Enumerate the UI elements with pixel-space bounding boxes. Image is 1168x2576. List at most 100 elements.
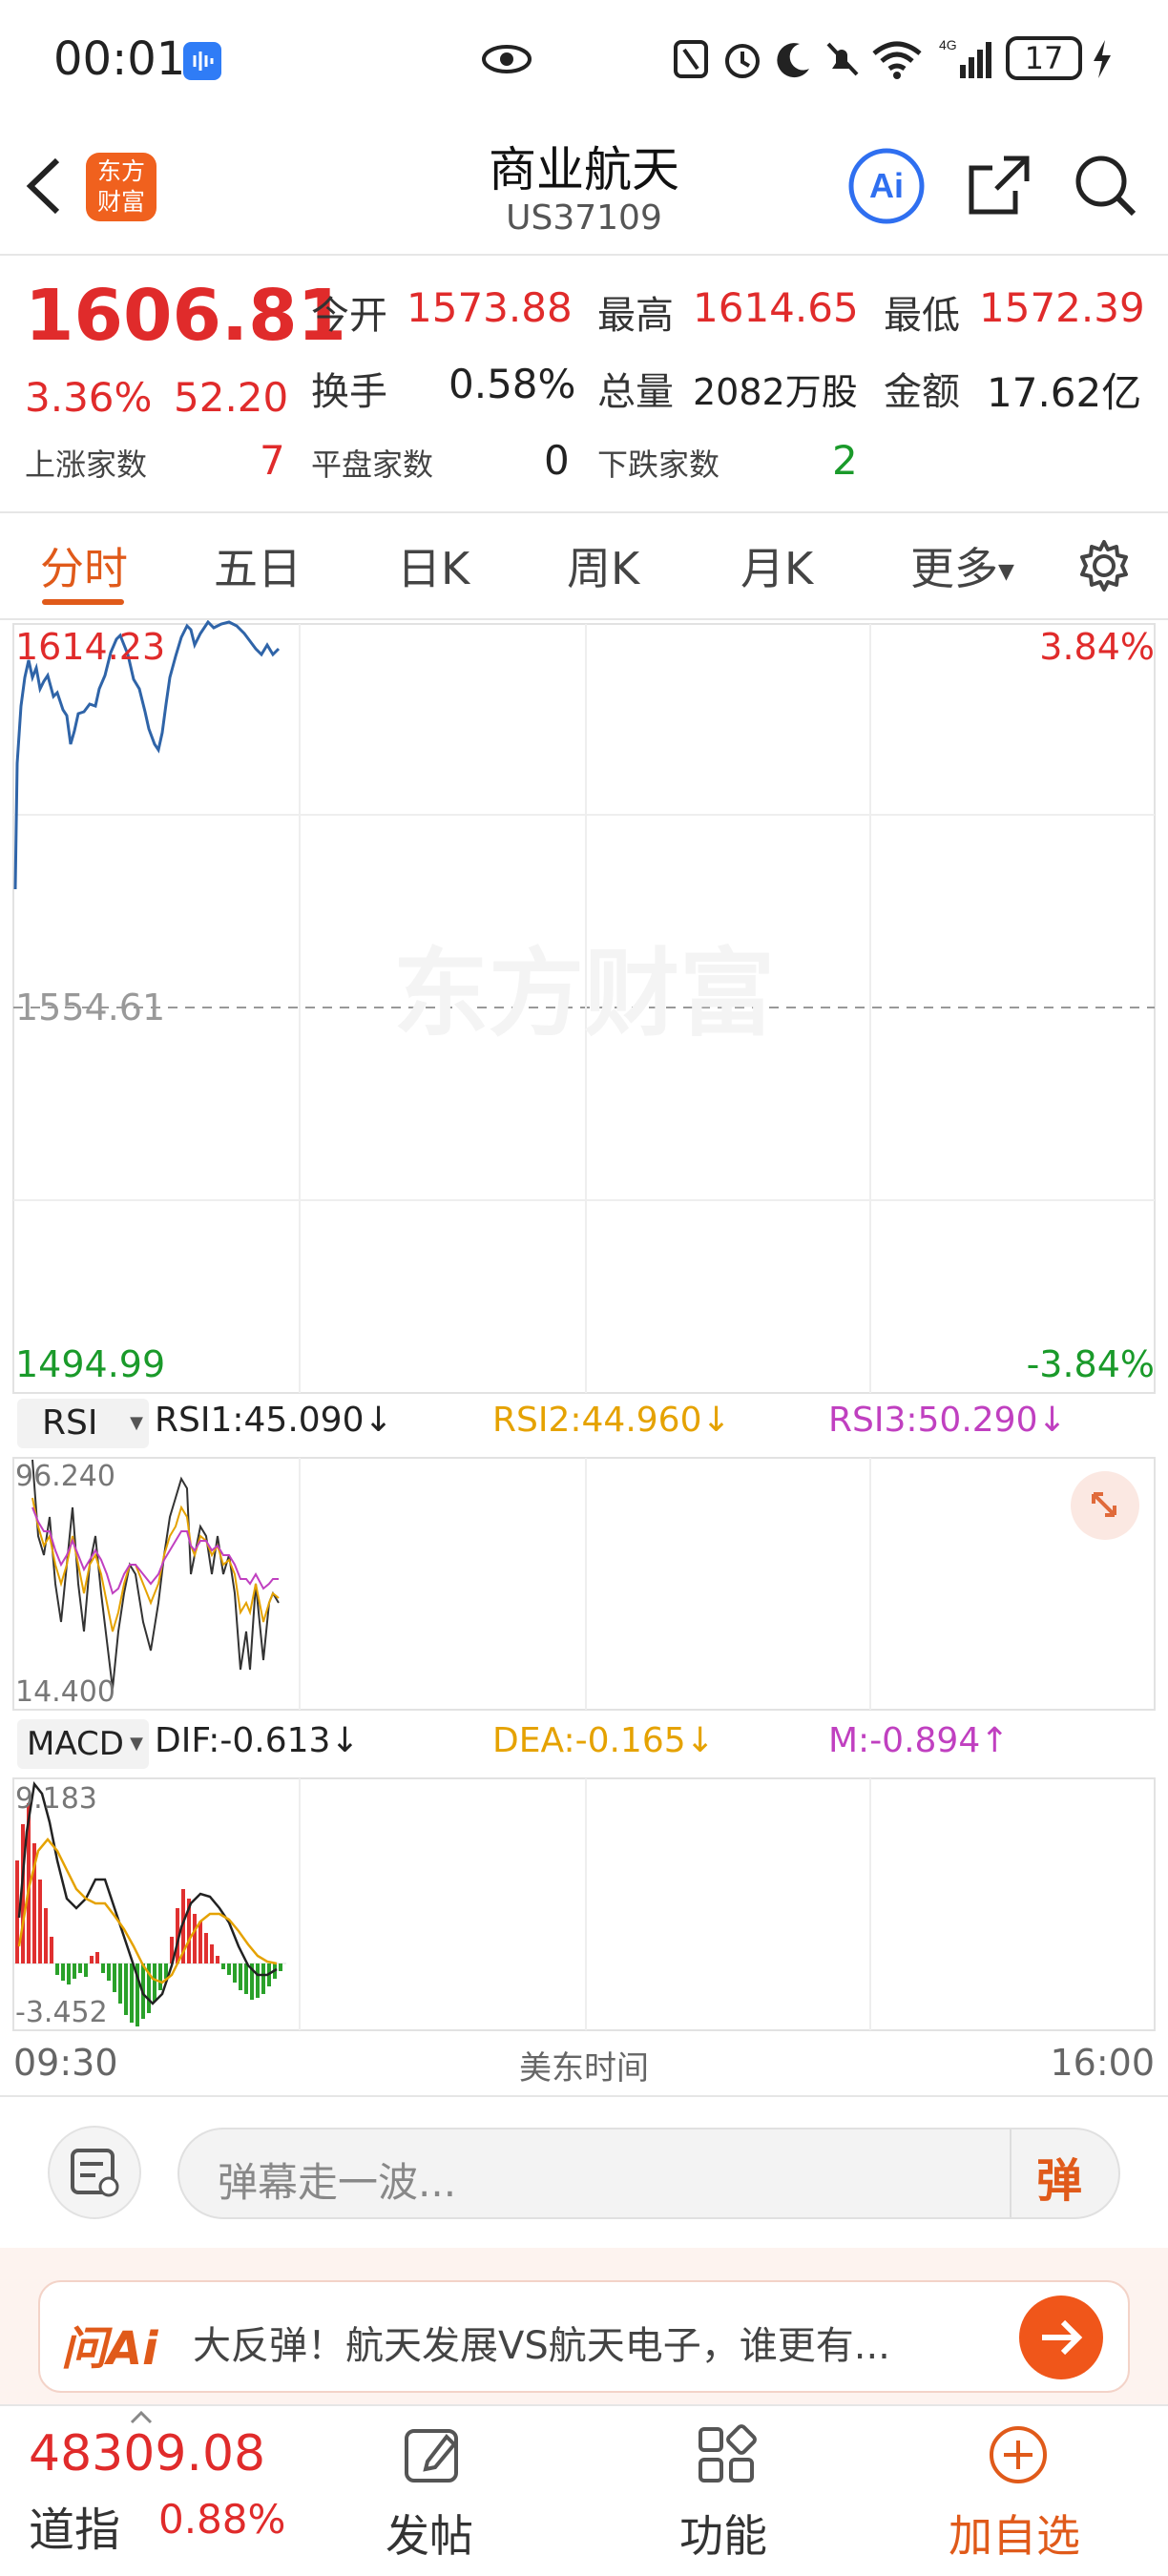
tab-monthly-k[interactable]: 月K: [740, 534, 813, 597]
low-value: 1572.39: [979, 284, 1145, 331]
arrow-right-icon[interactable]: [1019, 2296, 1103, 2379]
high-label: 最高: [597, 294, 674, 338]
battery-icon: 17: [1006, 36, 1082, 80]
nfc-icon: [672, 38, 710, 84]
rsi-indicator-select[interactable]: RSI ▼: [17, 1399, 149, 1448]
chart-top-price: 1614.23: [15, 626, 166, 668]
charging-icon: [1090, 38, 1115, 84]
down-count-value: 2: [832, 437, 858, 484]
change-percent: 3.36%: [25, 374, 153, 421]
post-icon[interactable]: [401, 2423, 464, 2490]
flat-count-value: 0: [544, 437, 570, 484]
chart-bottom-price: 1494.99: [15, 1343, 166, 1385]
open-value: 1573.88: [407, 284, 573, 331]
danmaku-input[interactable]: 弹幕走一波... 弹: [177, 2128, 1120, 2219]
danmaku-settings-button[interactable]: [48, 2126, 141, 2219]
high-value: 1614.65: [693, 284, 859, 331]
mute-icon: [823, 38, 861, 84]
wifi-icon: [870, 36, 924, 86]
index-percent: 0.88%: [158, 2496, 286, 2543]
volume-value: 2082万股: [693, 371, 858, 413]
macd-dif-value: DIF:-0.613↓: [155, 1721, 360, 1760]
tab-more[interactable]: 更多▼: [910, 534, 1014, 597]
macd-histogram: [15, 1803, 282, 2026]
index-value[interactable]: 48309.08: [29, 2425, 265, 2483]
volume-label: 总量: [597, 370, 674, 414]
change-amount: 52.20: [174, 374, 289, 421]
macd-select-label: MACD: [27, 1725, 124, 1763]
bottom-toolbar: 48309.08 道指 0.88% 发帖 功能 加自选: [0, 2404, 1168, 2576]
chart-bottom-divider: [0, 2095, 1168, 2097]
time-axis-label: 美东时间: [519, 2049, 649, 2088]
chart-top-pct: 3.84%: [1039, 626, 1155, 668]
tab-five-day[interactable]: 五日: [214, 534, 302, 597]
expand-icon[interactable]: [1071, 1471, 1139, 1540]
amount-label: 金额: [884, 370, 960, 414]
macd-top-value: 9.183: [15, 1782, 97, 1816]
rsi2-value: RSI2:44.960↓: [492, 1401, 731, 1440]
svg-text:Ai: Ai: [869, 166, 904, 205]
input-divider: [1010, 2129, 1012, 2217]
danmaku-toggle[interactable]: 弹: [1036, 2143, 1082, 2210]
tab-intraday[interactable]: 分时: [40, 534, 128, 597]
danmaku-placeholder: 弹幕走一波...: [218, 2159, 457, 2206]
moon-icon: [775, 38, 813, 84]
rsi2-line: [31, 1497, 280, 1632]
footer-divider: [0, 2404, 1168, 2406]
rsi3-line: [31, 1506, 279, 1595]
up-count-value: 7: [260, 437, 285, 484]
rsi-top-value: 96.240: [15, 1460, 115, 1493]
turnover-value: 0.58%: [448, 361, 576, 407]
macd-indicator-select[interactable]: MACD ▼: [17, 1719, 149, 1769]
caret-down-icon: ▼: [130, 1413, 143, 1433]
ai-banner[interactable]: 问Ai 大反弹！航天发展VS航天电子，谁更有...: [38, 2280, 1130, 2393]
turnover-label: 换手: [311, 370, 387, 414]
intraday-chart[interactable]: 东方财富: [0, 620, 1168, 2099]
settings-gear-icon[interactable]: [1076, 538, 1132, 597]
status-time: 00:01: [53, 32, 186, 86]
low-label: 最低: [884, 294, 960, 338]
functions-label[interactable]: 功能: [679, 2502, 767, 2565]
tab-indicator: [42, 599, 124, 605]
up-count-label: 上涨家数: [25, 447, 148, 483]
share-button[interactable]: [966, 153, 1032, 223]
quote-divider: [0, 511, 1168, 513]
alarm-icon: [721, 38, 763, 84]
index-name: 道指: [29, 2503, 121, 2557]
tab-weekly-k[interactable]: 周K: [567, 534, 639, 597]
voice-assistant-icon: [183, 42, 221, 80]
add-watchlist-label[interactable]: 加自选: [949, 2502, 1080, 2565]
svg-text:4G: 4G: [939, 37, 957, 52]
tab-daily-k[interactable]: 日K: [397, 534, 469, 597]
rsi1-value: RSI1:45.090↓: [155, 1401, 393, 1440]
current-price: 1606.81: [25, 275, 347, 357]
add-watchlist-icon[interactable]: [987, 2423, 1050, 2490]
macd-m-value: M:-0.894↑: [828, 1721, 1010, 1760]
rsi-bottom-value: 14.400: [15, 1675, 115, 1709]
flat-count-label: 平盘家数: [311, 447, 434, 483]
ai-assistant-button[interactable]: Ai: [847, 147, 926, 229]
header-divider: [0, 254, 1168, 256]
eye-icon: [481, 42, 532, 80]
cellular-signal-icon: 4G: [939, 36, 992, 86]
tab-more-label: 更多: [910, 543, 998, 594]
search-button[interactable]: [1071, 151, 1139, 223]
rsi-select-label: RSI: [42, 1403, 98, 1443]
amount-value: 17.62亿: [987, 369, 1142, 416]
caret-down-icon: ▼: [130, 1734, 143, 1754]
macd-dea-value: DEA:-0.165↓: [492, 1721, 715, 1760]
rsi1-line: [31, 1459, 280, 1690]
battery-level: 17: [1024, 40, 1064, 76]
ai-brand: 问Ai: [61, 2322, 158, 2376]
chart-bottom-pct: -3.84%: [1026, 1343, 1155, 1385]
open-label: 今开: [311, 294, 387, 338]
post-label[interactable]: 发帖: [386, 2502, 473, 2565]
time-axis-end: 16:00: [1050, 2042, 1155, 2084]
status-bar: 00:01 4G 17: [0, 0, 1168, 124]
down-count-label: 下跌家数: [597, 447, 720, 483]
chart-watermark: 东方财富: [393, 938, 775, 1049]
caret-down-icon: ▼: [998, 560, 1014, 584]
rsi3-value: RSI3:50.290↓: [828, 1401, 1067, 1440]
ai-banner-text: 大反弹！航天发展VS航天电子，谁更有...: [193, 2324, 890, 2368]
functions-icon[interactable]: [695, 2423, 758, 2490]
